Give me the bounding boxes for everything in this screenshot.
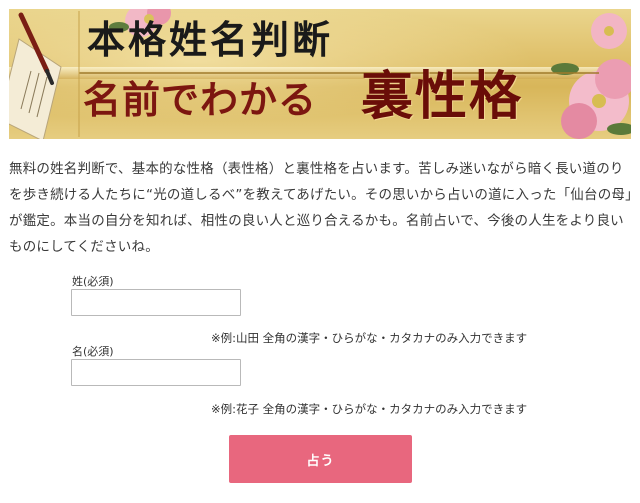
surname-label: 姓(必須) bbox=[72, 275, 114, 288]
header-banner: 本格姓名判断 名前でわかる 裏性格 bbox=[9, 9, 631, 139]
banner-title-emphasis: 裏性格 bbox=[361, 66, 524, 127]
given-name-hint: ※例:花子 全角の漢字・ひらがな・カタカナのみ入力できます bbox=[211, 402, 528, 416]
intro-paragraph: 無料の姓名判断で、基本的な性格（表性格）と裏性格を占います。苦しみ迷いながら暗く… bbox=[9, 161, 633, 255]
scroll-paper-illustration bbox=[9, 38, 62, 139]
fortune-submit-button[interactable]: 占う bbox=[229, 435, 412, 483]
given-name-input[interactable] bbox=[71, 359, 241, 386]
flower-right bbox=[551, 13, 631, 139]
surname-hint: ※例:山田 全角の漢字・ひらがな・カタカナのみ入力できます bbox=[211, 331, 528, 345]
banner-title-main: 本格姓名判断 bbox=[87, 17, 334, 62]
given-name-label: 名(必須) bbox=[72, 345, 114, 358]
banner-title-sub: 名前でわかる bbox=[83, 77, 318, 122]
surname-input[interactable] bbox=[71, 289, 241, 316]
